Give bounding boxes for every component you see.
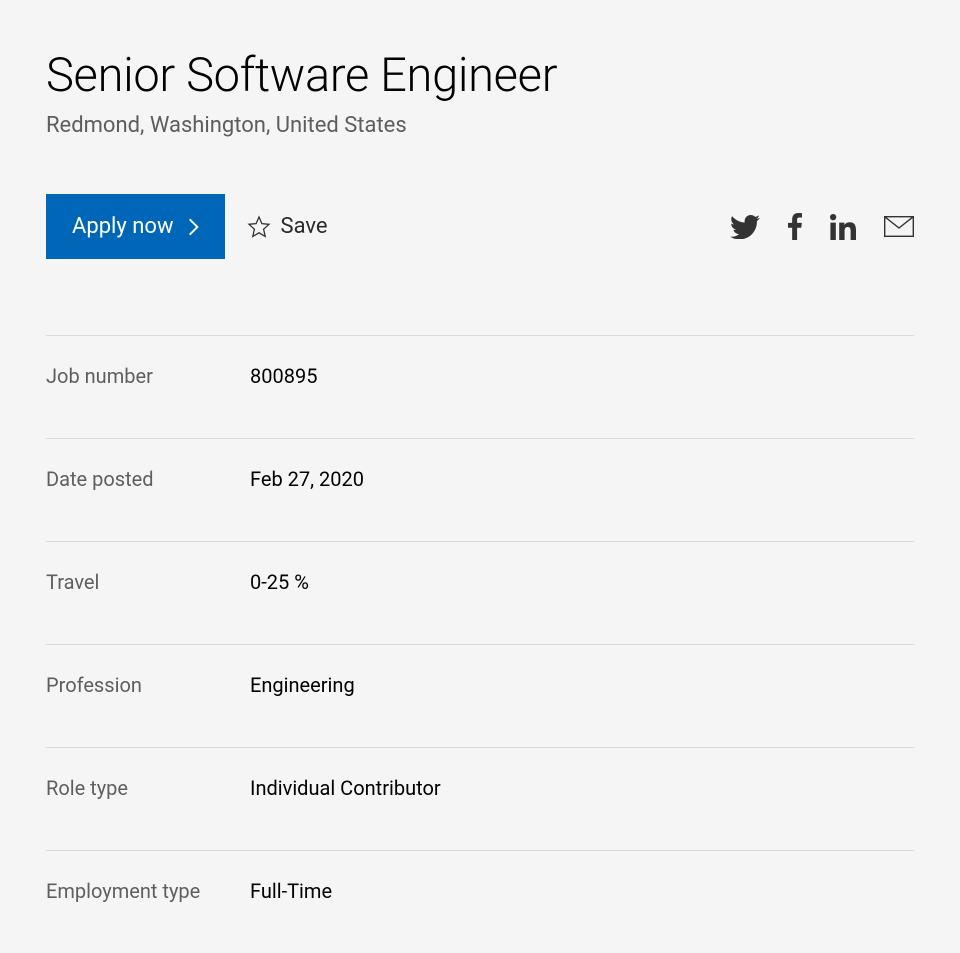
twitter-icon <box>730 215 760 239</box>
apply-button-label: Apply now <box>72 214 174 239</box>
detail-label: Employment type <box>46 879 250 903</box>
detail-row: Role type Individual Contributor <box>46 748 914 851</box>
detail-row: Job number 800895 <box>46 336 914 439</box>
save-button[interactable]: Save <box>247 214 328 239</box>
share-linkedin-button[interactable] <box>830 214 856 240</box>
email-icon <box>884 216 914 237</box>
detail-row: Employment type Full-Time <box>46 851 914 953</box>
chevron-right-icon <box>188 218 199 236</box>
detail-value: Engineering <box>250 673 355 697</box>
share-twitter-button[interactable] <box>730 215 760 239</box>
detail-value: Full-Time <box>250 879 332 903</box>
detail-row: Date posted Feb 27, 2020 <box>46 439 914 542</box>
share-icons <box>730 213 914 240</box>
detail-row: Profession Engineering <box>46 645 914 748</box>
detail-value: Feb 27, 2020 <box>250 467 364 491</box>
share-facebook-button[interactable] <box>788 213 802 240</box>
detail-label: Date posted <box>46 467 250 491</box>
detail-label: Job number <box>46 364 250 388</box>
details-section: Job number 800895 Date posted Feb 27, 20… <box>46 335 914 953</box>
detail-value: 800895 <box>250 364 317 388</box>
linkedin-icon <box>830 214 856 240</box>
detail-value: 0-25 % <box>250 570 309 594</box>
job-posting-container: Senior Software Engineer Redmond, Washin… <box>0 0 960 953</box>
detail-label: Role type <box>46 776 250 800</box>
facebook-icon <box>788 213 802 240</box>
star-icon <box>247 215 271 239</box>
detail-value: Individual Contributor <box>250 776 441 800</box>
actions-row: Apply now Save <box>46 194 914 259</box>
job-title: Senior Software Engineer <box>46 48 914 103</box>
share-email-button[interactable] <box>884 216 914 237</box>
apply-button[interactable]: Apply now <box>46 194 225 259</box>
detail-label: Travel <box>46 570 250 594</box>
detail-row: Travel 0-25 % <box>46 542 914 645</box>
detail-label: Profession <box>46 673 250 697</box>
actions-left: Apply now Save <box>46 194 328 259</box>
job-location: Redmond, Washington, United States <box>46 113 914 138</box>
save-button-label: Save <box>281 214 328 239</box>
